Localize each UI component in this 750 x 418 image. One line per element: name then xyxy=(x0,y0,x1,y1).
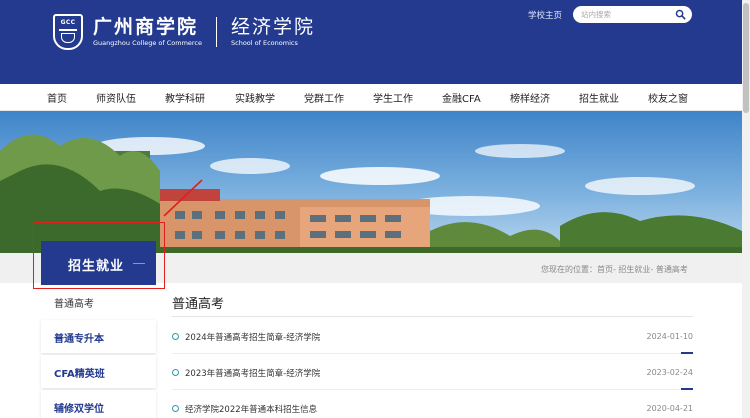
news-date: 2023-02-24 xyxy=(646,368,694,377)
bullet-icon xyxy=(172,405,179,412)
school-name: 广州商学院 Guangzhou College of Commerce xyxy=(93,16,202,48)
breadcrumb-prefix: 您现在的位置： xyxy=(541,265,597,274)
scrollbar-thumb[interactable] xyxy=(743,3,749,113)
list-item[interactable]: 2023年普通高考招生简章-经济学院 2023-02-24 xyxy=(172,356,693,390)
sidebar-item-label: CFA精英班 xyxy=(54,369,105,380)
red-highlight-box xyxy=(33,222,165,289)
red-arrow-icon xyxy=(163,179,203,217)
school-name-cn: 广州商学院 xyxy=(93,16,199,38)
news-date: 2020-04-21 xyxy=(646,404,694,413)
news-title[interactable]: 经济学院2022年普通本科招生信息 xyxy=(185,403,317,415)
sidebar-item-general-exam[interactable]: 普通高考 xyxy=(41,285,156,318)
sidebar-item-upgrade-bachelor[interactable]: 普通专升本 xyxy=(41,320,156,353)
nav-item-home[interactable]: 首页 xyxy=(47,90,67,105)
sidebar-item-label: 普通高考 xyxy=(54,299,94,310)
nav-item-cfa[interactable]: 金融CFA xyxy=(442,90,481,105)
sidebar-item-double-degree[interactable]: 辅修双学位 xyxy=(41,390,156,418)
site-logo[interactable]: GCC 广州商学院 Guangzhou College of Commerce … xyxy=(53,14,315,50)
search-box xyxy=(573,6,692,23)
college-badge-icon: GCC xyxy=(53,14,83,50)
news-title[interactable]: 2023年普通高考招生简章-经济学院 xyxy=(185,367,320,379)
nav-item-alumni[interactable]: 校友之窗 xyxy=(648,90,688,105)
list-item[interactable]: 经济学院2022年普通本科招生信息 2020-04-21 xyxy=(172,392,693,418)
badge-text: GCC xyxy=(60,19,76,26)
bullet-icon xyxy=(172,369,179,376)
department-name-en: School of Economics xyxy=(231,39,298,47)
department-name: 经济学院 School of Economics xyxy=(231,16,315,48)
nav-item-party-work[interactable]: 党群工作 xyxy=(304,90,344,105)
school-home-link[interactable]: 学校主页 xyxy=(528,9,562,21)
nav-item-student-work[interactable]: 学生工作 xyxy=(373,90,413,105)
news-mark xyxy=(681,388,693,390)
page-title: 普通高考 xyxy=(172,297,225,312)
search-icon[interactable] xyxy=(675,9,686,20)
nav-item-admissions[interactable]: 招生就业 xyxy=(579,90,619,105)
search-input[interactable] xyxy=(581,8,671,21)
title-divider xyxy=(216,17,218,47)
page-scrollbar[interactable] xyxy=(742,0,750,418)
sidebar-item-label: 普通专升本 xyxy=(54,334,104,345)
sidebar-item-cfa-elite[interactable]: CFA精英班 xyxy=(41,355,156,388)
list-item[interactable]: 2024年普通高考招生简章-经济学院 2024-01-10 xyxy=(172,320,693,354)
breadcrumb-path[interactable]: 首页- 招生就业- 普通高考 xyxy=(597,265,688,274)
sidebar: 普通高考 普通专升本 CFA精英班 辅修双学位 xyxy=(41,285,156,418)
nav-item-practice[interactable]: 实践教学 xyxy=(235,90,275,105)
sidebar-item-label: 辅修双学位 xyxy=(54,404,104,415)
department-name-cn: 经济学院 xyxy=(231,16,316,38)
main-nav: 首页 师资队伍 教学科研 实践教学 党群工作 学生工作 金融CFA 榜样经济 招… xyxy=(0,84,742,111)
nav-item-role-models[interactable]: 榜样经济 xyxy=(510,90,550,105)
title-underline xyxy=(172,316,693,317)
news-mark xyxy=(681,352,693,354)
nav-item-teaching-research[interactable]: 教学科研 xyxy=(165,90,205,105)
page: GCC 广州商学院 Guangzhou College of Commerce … xyxy=(0,0,750,418)
news-date: 2024-01-10 xyxy=(646,332,694,341)
news-title[interactable]: 2024年普通高考招生简章-经济学院 xyxy=(185,331,320,343)
site-header: GCC 广州商学院 Guangzhou College of Commerce … xyxy=(0,0,742,84)
nav-item-faculty[interactable]: 师资队伍 xyxy=(96,90,136,105)
breadcrumb: 您现在的位置：首页- 招生就业- 普通高考 xyxy=(541,264,688,275)
bullet-icon xyxy=(172,333,179,340)
school-name-en: Guangzhou College of Commerce xyxy=(93,39,203,47)
